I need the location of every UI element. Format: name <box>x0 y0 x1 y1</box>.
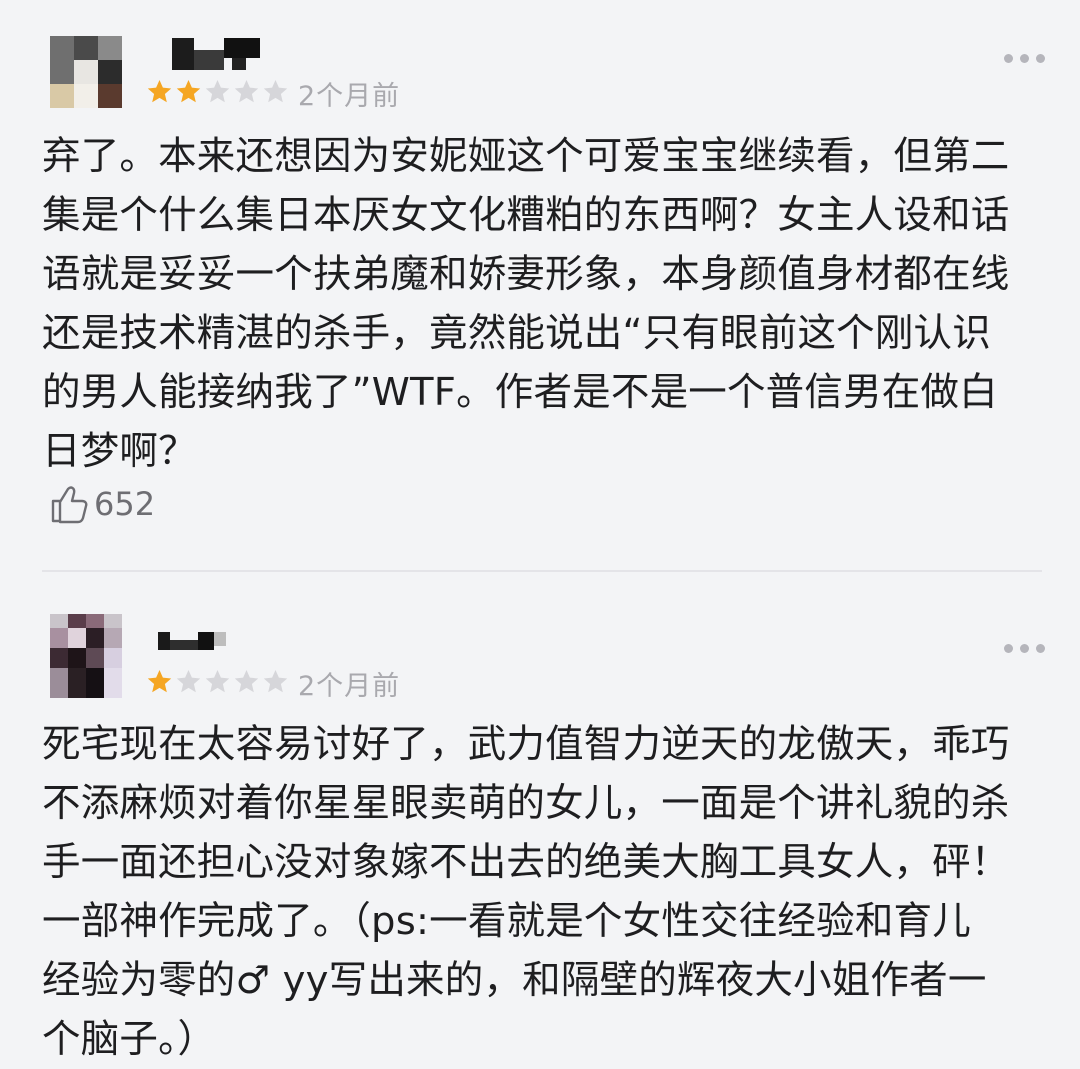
more-options-button[interactable] <box>1004 54 1045 63</box>
star-filled-icon <box>147 670 172 693</box>
star-empty-icon <box>234 670 259 693</box>
avatar[interactable] <box>50 614 122 698</box>
review-timestamp: 2个月前 <box>298 81 401 112</box>
review-card: 2个月前 弃了。本来还想因为安妮娅这个可爱宝宝继续看，但第二 集是个什么集日本厌… <box>0 0 1080 575</box>
star-empty-icon <box>263 670 288 693</box>
review-text-line: 一部神作完成了。（ps:一看就是个女性交往经验和育儿 <box>42 899 971 944</box>
more-dots-icon <box>1004 54 1013 63</box>
star-filled-icon <box>147 80 172 103</box>
rating-stars <box>146 78 289 105</box>
like-count: 652 <box>94 485 156 523</box>
star-empty-icon <box>263 80 288 103</box>
review-text-line: 弃了。本来还想因为安妮娅这个可爱宝宝继续看，但第二 <box>42 134 1010 179</box>
username-obscured[interactable] <box>172 38 262 78</box>
review-text-line: 不添麻烦对着你星星眼卖萌的女儿，一面是个讲礼貌的杀 <box>42 781 1010 826</box>
star-empty-icon <box>205 80 230 103</box>
review-text-line: 还是技术精湛的杀手，竟然能说出“只有眼前这个刚认识 <box>42 311 991 356</box>
review-text: 死宅现在太容易讨好了，武力值智力逆天的龙傲天，乖巧 不添麻烦对着你星星眼卖萌的女… <box>42 715 1042 1069</box>
review-text: 弃了。本来还想因为安妮娅这个可爱宝宝继续看，但第二 集是个什么集日本厌女文化糟粕… <box>42 127 1042 481</box>
avatar[interactable] <box>50 36 122 108</box>
username-obscured[interactable] <box>158 626 228 666</box>
review-card: 2个月前 死宅现在太容易讨好了，武力值智力逆天的龙傲天，乖巧 不添麻烦对着你星星… <box>0 590 1080 1062</box>
star-filled-icon <box>176 80 201 103</box>
review-text-line: 语就是妥妥一个扶弟魔和娇妻形象，本身颜值身材都在线 <box>42 252 1010 297</box>
star-empty-icon <box>205 670 230 693</box>
rating-stars <box>146 668 289 695</box>
review-text-line: 个脑子。） <box>42 1017 217 1062</box>
review-text-line: 手一面还担心没对象嫁不出去的绝美大胸工具女人，砰！ <box>42 840 1010 885</box>
divider <box>42 570 1042 572</box>
review-text-line: 的男人能接纳我了”WTF。作者是不是一个普信男在做白 <box>42 370 998 415</box>
review-text-line: 死宅现在太容易讨好了，武力值智力逆天的龙傲天，乖巧 <box>42 722 1010 767</box>
review-text-line: 集是个什么集日本厌女文化糟粕的东西啊？女主人设和话 <box>42 193 1010 238</box>
more-dots-icon <box>1004 644 1013 653</box>
review-text-line: 经验为零的♂ yy写出来的，和隔壁的辉夜大小姐作者一 <box>42 958 987 1003</box>
more-options-button[interactable] <box>1004 644 1045 653</box>
review-timestamp: 2个月前 <box>298 671 401 702</box>
thumbs-up-icon <box>51 486 88 524</box>
review-text-line: 日梦啊？ <box>42 429 197 474</box>
star-empty-icon <box>234 80 259 103</box>
like-button[interactable]: 652 <box>50 484 155 524</box>
star-empty-icon <box>176 670 201 693</box>
